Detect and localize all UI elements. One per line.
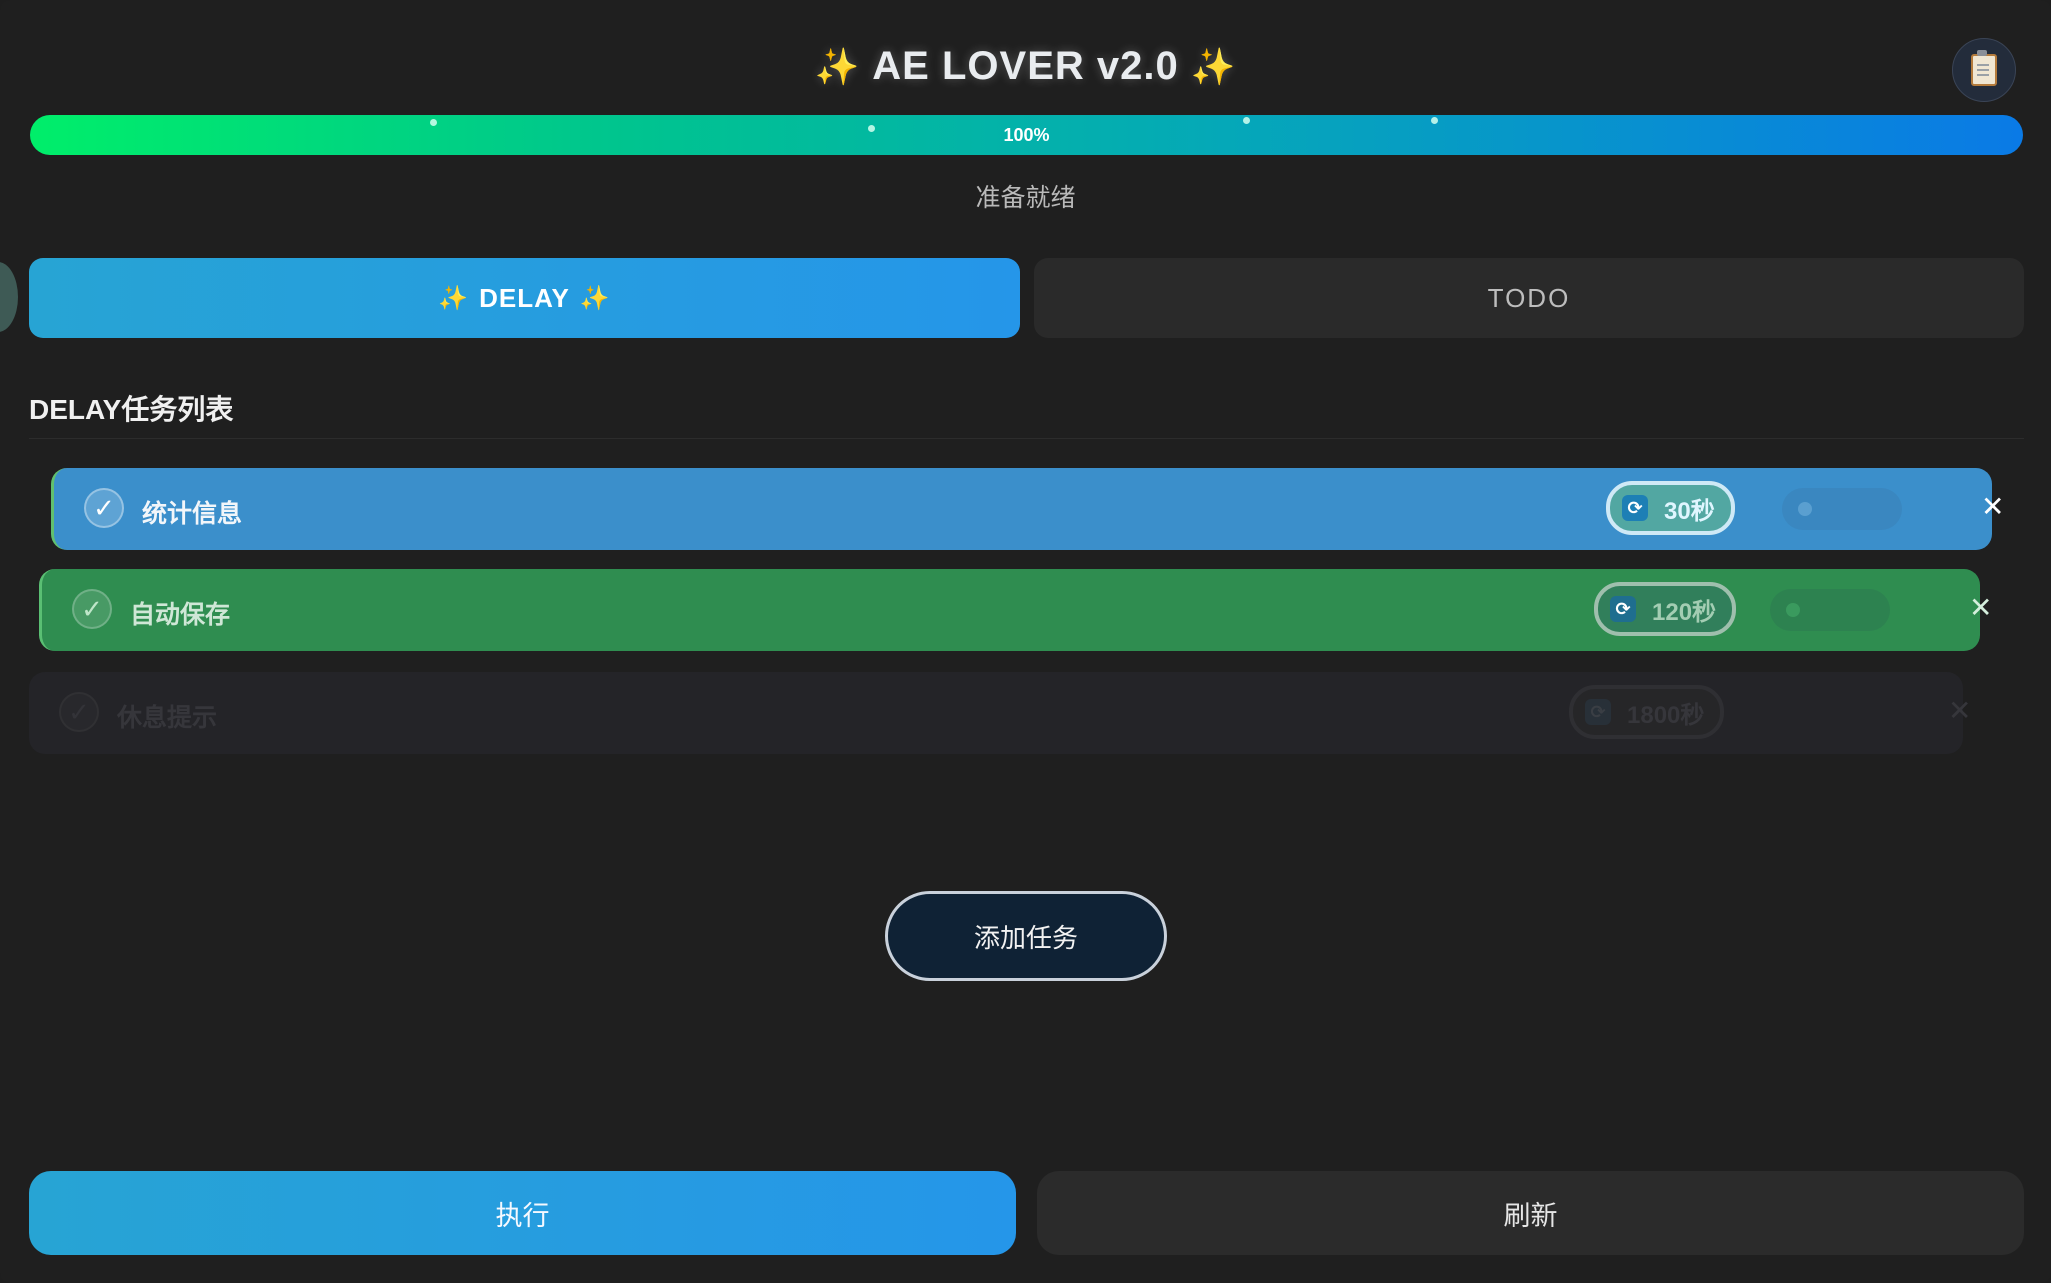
section-title: DELAY任务列表	[29, 394, 234, 425]
close-icon[interactable]: ✕	[1969, 591, 1992, 624]
task-interval-value: 120秒	[1652, 598, 1717, 626]
progress-bar: 100%	[30, 115, 2023, 155]
tab-todo-label: TODO	[1487, 282, 1571, 313]
refresh-icon: ⟳	[1622, 495, 1648, 521]
task-timer	[1782, 488, 1902, 530]
refresh-icon: ⟳	[1585, 699, 1611, 725]
sparkle-icon: ✨	[1190, 46, 1237, 87]
task-interval-value: 1800秒	[1627, 701, 1705, 729]
progress-sparkle-dot	[1431, 117, 1438, 124]
task-checkbox[interactable]: ✓	[84, 488, 124, 528]
side-handle[interactable]	[0, 262, 18, 332]
app-title-text: AE LOVER v2.0	[872, 44, 1179, 88]
progress-sparkle-dot	[1243, 117, 1250, 124]
task-label: 休息提示	[117, 704, 218, 732]
execute-button[interactable]: 执行	[29, 1171, 1016, 1255]
task-label: 统计信息	[142, 500, 243, 528]
task-item[interactable]: ✓ 统计信息 ⟳ 30秒 ✕	[51, 468, 2004, 550]
tab-todo[interactable]: TODO	[1034, 258, 2024, 338]
clock-icon	[1798, 502, 1812, 516]
status-text: 准备就绪	[975, 184, 1076, 212]
task-item[interactable]: ✓ 休息提示 ⟳ 1800秒 ✕	[29, 672, 1971, 754]
app-title: ✨ AE LOVER v2.0 ✨	[0, 44, 2051, 89]
clock-icon	[1786, 603, 1800, 617]
task-interval-badge[interactable]: ⟳ 30秒	[1606, 481, 1735, 535]
app-window: ✨ AE LOVER v2.0 ✨ 100% 准备就绪 ✨ DELAY ✨ TODO D…	[0, 0, 2051, 1283]
task-timer	[1770, 589, 1890, 631]
clipboard-icon	[1971, 50, 1997, 86]
refresh-icon: ⟳	[1610, 596, 1636, 622]
sparkle-icon: ✨	[438, 284, 470, 312]
refresh-button[interactable]: 刷新	[1037, 1171, 2024, 1255]
tab-delay-label: DELAY	[479, 282, 570, 313]
tab-delay[interactable]: ✨ DELAY ✨	[29, 258, 1020, 338]
sparkle-icon: ✨	[814, 46, 861, 87]
task-interval-badge[interactable]: ⟳ 1800秒	[1569, 685, 1725, 739]
task-checkbox[interactable]: ✓	[72, 589, 112, 629]
task-checkbox[interactable]: ✓	[59, 692, 99, 732]
task-interval-value: 30秒	[1664, 497, 1715, 525]
sparkle-icon: ✨	[579, 284, 611, 312]
close-icon[interactable]: ✕	[1981, 490, 2004, 523]
progress-percent: 100%	[1003, 125, 1050, 145]
section-divider	[29, 438, 2024, 439]
add-task-button[interactable]: 添加任务	[885, 891, 1167, 981]
task-item[interactable]: ✓ 自动保存 ⟳ 120秒 ✕	[39, 569, 1992, 651]
close-icon[interactable]: ✕	[1948, 694, 1971, 727]
clipboard-button[interactable]	[1952, 38, 2016, 102]
task-interval-badge[interactable]: ⟳ 120秒	[1594, 582, 1737, 636]
task-label: 自动保存	[130, 601, 231, 629]
